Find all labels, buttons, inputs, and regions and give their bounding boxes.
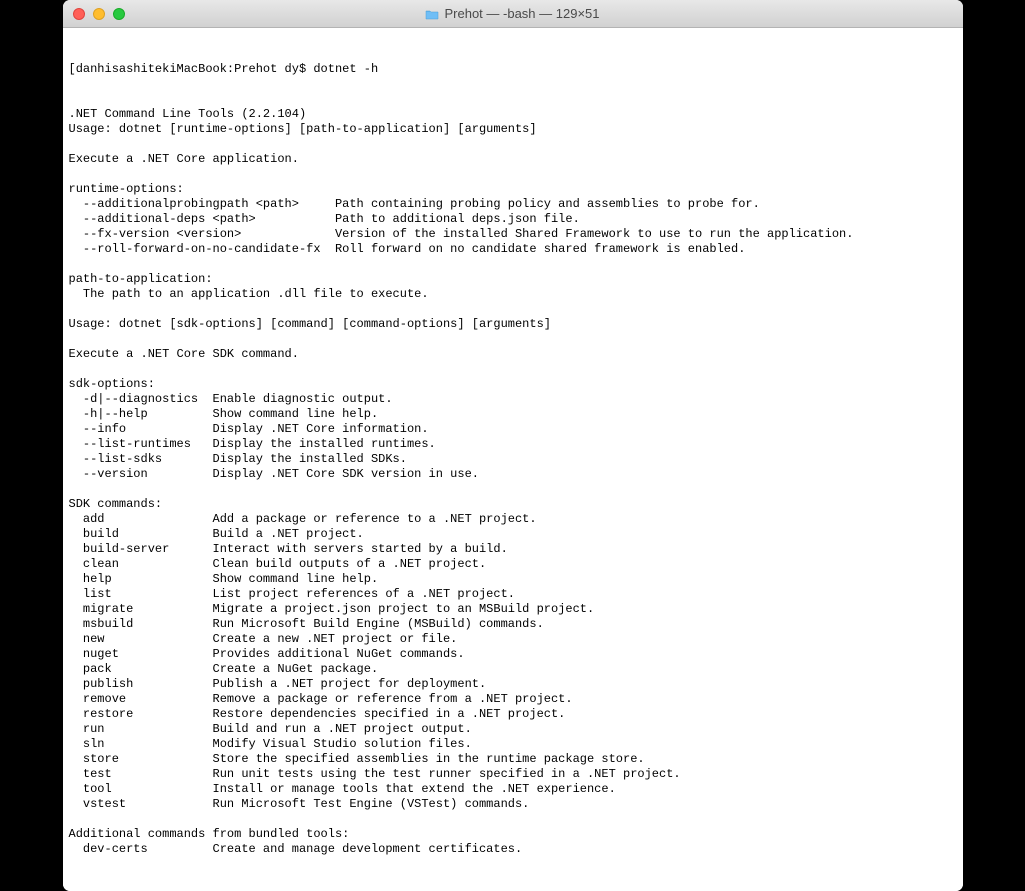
terminal-line: publish Publish a .NET project for deplo… [69, 677, 957, 692]
terminal-line: -h|--help Show command line help. [69, 407, 957, 422]
terminal-line: nuget Provides additional NuGet commands… [69, 647, 957, 662]
terminal-content[interactable]: [danhisashitekiMacBook:Prehot dy$ dotnet… [63, 28, 963, 891]
terminal-line [69, 257, 957, 272]
terminal-line: list List project references of a .NET p… [69, 587, 957, 602]
terminal-output: .NET Command Line Tools (2.2.104)Usage: … [69, 107, 957, 857]
terminal-line: test Run unit tests using the test runne… [69, 767, 957, 782]
terminal-line: path-to-application: [69, 272, 957, 287]
terminal-line: build Build a .NET project. [69, 527, 957, 542]
terminal-line: --fx-version <version> Version of the in… [69, 227, 957, 242]
terminal-line: --additionalprobingpath <path> Path cont… [69, 197, 957, 212]
terminal-line: sdk-options: [69, 377, 957, 392]
terminal-line: --version Display .NET Core SDK version … [69, 467, 957, 482]
terminal-line: sln Modify Visual Studio solution files. [69, 737, 957, 752]
terminal-line: help Show command line help. [69, 572, 957, 587]
terminal-line: Execute a .NET Core application. [69, 152, 957, 167]
terminal-line: pack Create a NuGet package. [69, 662, 957, 677]
terminal-line: -d|--diagnostics Enable diagnostic outpu… [69, 392, 957, 407]
terminal-line: --list-runtimes Display the installed ru… [69, 437, 957, 452]
terminal-line: tool Install or manage tools that extend… [69, 782, 957, 797]
terminal-line: build-server Interact with servers start… [69, 542, 957, 557]
terminal-line: Usage: dotnet [runtime-options] [path-to… [69, 122, 957, 137]
terminal-line: Execute a .NET Core SDK command. [69, 347, 957, 362]
terminal-prompt-line: [danhisashitekiMacBook:Prehot dy$ dotnet… [69, 62, 957, 77]
terminal-line: --additional-deps <path> Path to additio… [69, 212, 957, 227]
terminal-line: clean Clean build outputs of a .NET proj… [69, 557, 957, 572]
traffic-lights [73, 8, 125, 20]
terminal-line [69, 812, 957, 827]
maximize-button[interactable] [113, 8, 125, 20]
terminal-line: dev-certs Create and manage development … [69, 842, 957, 857]
terminal-line [69, 302, 957, 317]
terminal-line: restore Restore dependencies specified i… [69, 707, 957, 722]
terminal-line: --list-sdks Display the installed SDKs. [69, 452, 957, 467]
terminal-line: Usage: dotnet [sdk-options] [command] [c… [69, 317, 957, 332]
close-button[interactable] [73, 8, 85, 20]
terminal-line: vstest Run Microsoft Test Engine (VSTest… [69, 797, 957, 812]
terminal-line [69, 137, 957, 152]
terminal-line: remove Remove a package or reference fro… [69, 692, 957, 707]
window-title: Prehot — -bash — 129×51 [63, 6, 963, 21]
terminal-line: new Create a new .NET project or file. [69, 632, 957, 647]
terminal-line: migrate Migrate a project.json project t… [69, 602, 957, 617]
titlebar[interactable]: Prehot — -bash — 129×51 [63, 0, 963, 28]
terminal-line: The path to an application .dll file to … [69, 287, 957, 302]
terminal-line [69, 332, 957, 347]
terminal-window: Prehot — -bash — 129×51 [danhisashitekiM… [63, 0, 963, 891]
terminal-line: SDK commands: [69, 497, 957, 512]
terminal-line: --roll-forward-on-no-candidate-fx Roll f… [69, 242, 957, 257]
terminal-line: run Build and run a .NET project output. [69, 722, 957, 737]
terminal-line [69, 482, 957, 497]
terminal-line [69, 167, 957, 182]
terminal-line: runtime-options: [69, 182, 957, 197]
folder-icon [425, 8, 439, 19]
terminal-line: --info Display .NET Core information. [69, 422, 957, 437]
terminal-line [69, 362, 957, 377]
terminal-line: .NET Command Line Tools (2.2.104) [69, 107, 957, 122]
terminal-line: msbuild Run Microsoft Build Engine (MSBu… [69, 617, 957, 632]
terminal-line: store Store the specified assemblies in … [69, 752, 957, 767]
window-title-text: Prehot — -bash — 129×51 [444, 6, 599, 21]
terminal-line: add Add a package or reference to a .NET… [69, 512, 957, 527]
minimize-button[interactable] [93, 8, 105, 20]
terminal-line: Additional commands from bundled tools: [69, 827, 957, 842]
